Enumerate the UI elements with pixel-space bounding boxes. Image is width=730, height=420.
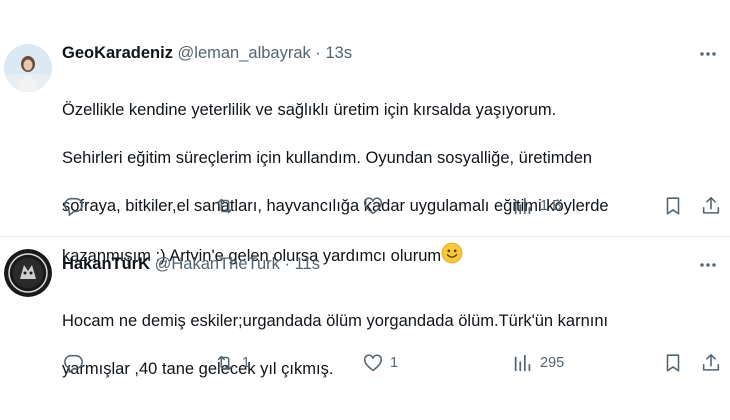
tweet-2[interactable]: HakanTürK @HakanTheTurk · 11s Hocam ne d… bbox=[0, 237, 730, 420]
retweet-count: 1 bbox=[242, 355, 251, 371]
reply-icon bbox=[64, 197, 83, 216]
timestamp[interactable]: 11s bbox=[295, 255, 320, 273]
like-count: 1 bbox=[390, 355, 399, 371]
more-options-icon[interactable] bbox=[698, 44, 718, 64]
tweet-text-line: Hocam ne demiş eskiler;urgandada ölüm yo… bbox=[62, 312, 609, 330]
separator-dot: · bbox=[284, 255, 290, 273]
views-button[interactable]: 295 bbox=[512, 351, 564, 375]
separator-dot: · bbox=[315, 44, 321, 62]
heart-icon bbox=[363, 197, 383, 215]
user-handle[interactable]: @leman_albayrak bbox=[178, 44, 311, 62]
tweet-text-line: Sehirleri eğitim süreçlerim için kulland… bbox=[62, 149, 593, 167]
analytics-icon bbox=[514, 354, 531, 372]
avatar[interactable] bbox=[4, 249, 52, 297]
share-button[interactable] bbox=[700, 194, 722, 218]
share-button[interactable] bbox=[700, 351, 722, 375]
share-icon bbox=[702, 196, 720, 214]
retweet-icon bbox=[217, 355, 233, 371]
timestamp[interactable]: 13s bbox=[325, 44, 352, 62]
reply-button[interactable] bbox=[62, 351, 90, 375]
heart-icon bbox=[363, 354, 383, 372]
analytics-icon bbox=[514, 197, 531, 215]
like-button[interactable] bbox=[362, 194, 390, 218]
view-count: 1 B bbox=[540, 198, 562, 214]
avatar[interactable] bbox=[4, 44, 52, 92]
display-name[interactable]: GeoKaradeniz bbox=[62, 44, 173, 62]
bookmark-icon bbox=[666, 354, 680, 372]
retweet-icon bbox=[217, 198, 233, 214]
view-count: 295 bbox=[540, 355, 565, 371]
share-icon bbox=[702, 353, 720, 371]
user-handle[interactable]: @HakanTheTurk bbox=[155, 255, 280, 273]
more-options-icon[interactable] bbox=[698, 255, 718, 275]
reply-icon bbox=[64, 354, 83, 373]
tweet-1[interactable]: GeoKaradeniz @leman_albayrak · 13s Özell… bbox=[0, 0, 730, 265]
bookmark-button[interactable] bbox=[662, 351, 684, 375]
bookmark-button[interactable] bbox=[662, 194, 684, 218]
tweet-text-line: Özellikle kendine yeterlilik ve sağlıklı… bbox=[62, 101, 557, 119]
retweet-button[interactable]: 1 bbox=[214, 351, 250, 375]
views-button[interactable]: 1 B bbox=[512, 194, 562, 218]
reply-button[interactable] bbox=[62, 194, 90, 218]
retweet-button[interactable] bbox=[214, 194, 242, 218]
display-name[interactable]: HakanTürK bbox=[62, 255, 150, 273]
bookmark-icon bbox=[666, 197, 680, 215]
tweet-text: Hocam ne demiş eskiler;urgandada ölüm yo… bbox=[62, 285, 722, 405]
like-button[interactable]: 1 bbox=[362, 351, 398, 375]
